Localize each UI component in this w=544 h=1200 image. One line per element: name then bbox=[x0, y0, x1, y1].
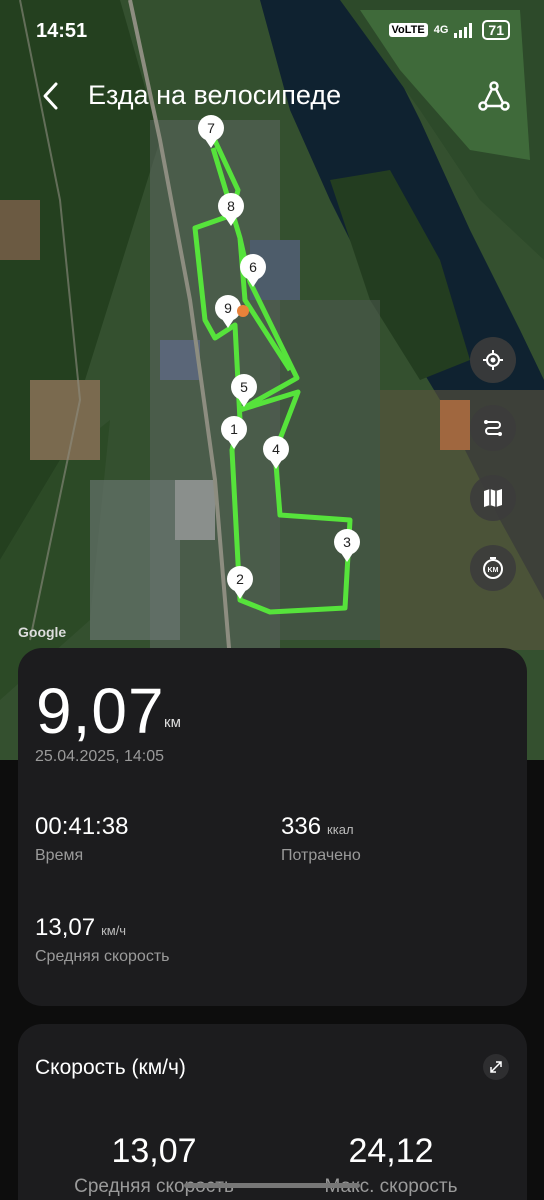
avg-speed-value: 13,07 bbox=[35, 914, 96, 941]
svg-text:2: 2 bbox=[236, 571, 244, 587]
marker-1[interactable]: 1 bbox=[221, 416, 247, 449]
network-type: 4G bbox=[433, 24, 449, 36]
calories-unit: ккал bbox=[327, 822, 354, 837]
duration-label: Время bbox=[35, 847, 84, 864]
marker-2[interactable]: 2 bbox=[227, 566, 253, 599]
workout-datetime: 25.04.2025, 14:05 bbox=[35, 748, 165, 765]
svg-text:6: 6 bbox=[249, 259, 257, 275]
svg-text:1: 1 bbox=[230, 421, 238, 437]
svg-text:3: 3 bbox=[343, 534, 351, 550]
marker-6[interactable]: 6 bbox=[240, 254, 266, 287]
signal-icon bbox=[454, 23, 473, 38]
calories-label: Потрачено bbox=[281, 847, 361, 864]
avg-speed-stat: 13,07 км/ч bbox=[35, 914, 126, 942]
svg-text:9: 9 bbox=[224, 300, 232, 316]
google-attribution: Google bbox=[18, 624, 67, 640]
expand-icon bbox=[490, 1061, 502, 1073]
svg-text:KM: KM bbox=[488, 567, 499, 574]
marker-9[interactable]: 9 bbox=[215, 295, 249, 328]
home-indicator[interactable] bbox=[184, 1183, 360, 1188]
status-bar: 14:51 VoLTE 4G 71 bbox=[0, 0, 544, 60]
workout-summary-card: 9,07 км 25.04.2025, 14:05 00:41:38 Время… bbox=[18, 648, 527, 1006]
speed-card-title: Скорость (км/ч) bbox=[35, 1056, 186, 1079]
distance-unit: км bbox=[164, 714, 181, 731]
avg-speed-unit: км/ч bbox=[101, 923, 127, 938]
distance-value: 9,07 bbox=[36, 675, 165, 747]
avg-speed-label: Средняя скорость bbox=[35, 948, 170, 965]
route-toggle-button[interactable] bbox=[470, 405, 516, 451]
back-icon[interactable] bbox=[36, 78, 68, 114]
calories-stat: 336 ккал bbox=[281, 813, 354, 841]
svg-text:4: 4 bbox=[272, 441, 280, 457]
map-type-button[interactable] bbox=[470, 475, 516, 521]
volte-badge: VoLTE bbox=[388, 23, 428, 37]
status-time: 14:51 bbox=[36, 20, 88, 42]
marker-5[interactable]: 5 bbox=[231, 374, 257, 407]
marker-8[interactable]: 8 bbox=[218, 193, 244, 226]
svg-text:8: 8 bbox=[227, 198, 235, 214]
route-icon bbox=[484, 420, 502, 436]
speed-card[interactable]: Скорость (км/ч) 13,07 Средняя скорость 2… bbox=[18, 1024, 527, 1200]
app-header: Езда на велосипеде bbox=[0, 72, 544, 122]
my-location-button[interactable] bbox=[470, 337, 516, 383]
km-split-button[interactable]: KM bbox=[470, 545, 516, 591]
share-icon[interactable] bbox=[478, 80, 510, 112]
calories-value: 336 bbox=[281, 813, 322, 840]
expand-button[interactable] bbox=[483, 1054, 509, 1080]
battery-indicator: 71 bbox=[482, 20, 510, 40]
page-title: Езда на велосипеде bbox=[88, 80, 342, 110]
marker-3[interactable]: 3 bbox=[334, 529, 360, 562]
map-icon bbox=[484, 489, 502, 507]
speed-max-value: 24,12 bbox=[348, 1132, 434, 1170]
locate-icon bbox=[483, 350, 503, 370]
duration-value: 00:41:38 bbox=[35, 813, 129, 840]
speed-avg-value: 13,07 bbox=[111, 1132, 197, 1170]
stopwatch-km-icon: KM bbox=[483, 557, 503, 579]
svg-text:7: 7 bbox=[207, 120, 215, 136]
svg-text:5: 5 bbox=[240, 379, 248, 395]
marker-4[interactable]: 4 bbox=[263, 436, 289, 469]
